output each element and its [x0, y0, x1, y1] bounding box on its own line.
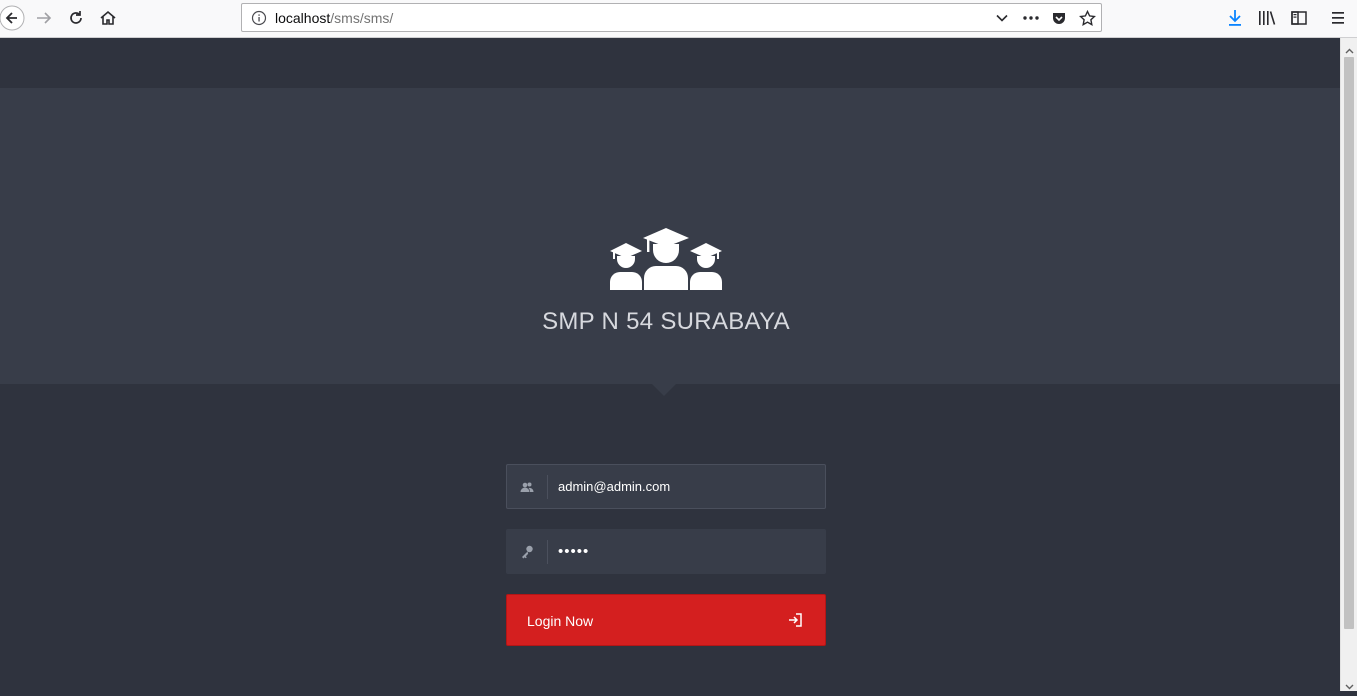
- login-button[interactable]: Login Now: [506, 594, 826, 646]
- back-icon: [0, 5, 26, 31]
- dropdown-icon[interactable]: [991, 7, 1013, 29]
- url-path: /sms/sms/: [330, 10, 394, 26]
- download-icon: [1227, 9, 1243, 27]
- users-icon: [519, 479, 535, 495]
- login-arrow-icon: [787, 612, 803, 628]
- forward-button[interactable]: [31, 5, 57, 31]
- bookmark-star-icon[interactable]: [1076, 7, 1098, 29]
- back-button[interactable]: [0, 5, 26, 31]
- library-button[interactable]: [1254, 5, 1280, 31]
- email-field[interactable]: [506, 464, 826, 509]
- home-icon: [99, 9, 117, 27]
- menu-button[interactable]: [1325, 5, 1351, 31]
- graduates-icon: [609, 228, 723, 290]
- url-text[interactable]: localhost/sms/sms/: [275, 10, 393, 26]
- reload-button[interactable]: [63, 5, 89, 31]
- hero-banner: SMP N 54 SURABAYA: [0, 88, 1340, 384]
- password-input[interactable]: [558, 530, 818, 573]
- hero-caret: [652, 384, 676, 396]
- scroll-up-icon[interactable]: [1345, 43, 1354, 54]
- login-button-label: Login Now: [527, 613, 594, 629]
- school-name: SMP N 54 SURABAYA: [542, 308, 790, 335]
- download-button[interactable]: [1222, 5, 1248, 31]
- more-icon[interactable]: [1020, 7, 1042, 29]
- pocket-icon[interactable]: [1048, 7, 1070, 29]
- field-divider: [547, 540, 548, 564]
- reload-icon: [67, 9, 85, 27]
- scroll-down-icon[interactable]: [1345, 678, 1354, 690]
- url-bar[interactable]: localhost/sms/sms/: [241, 3, 1102, 32]
- browser-toolbar: localhost/sms/sms/: [0, 0, 1357, 38]
- forward-icon: [35, 9, 53, 27]
- email-input[interactable]: [558, 465, 818, 508]
- login-page: SMP N 54 SURABAYA Login Now: [0, 38, 1340, 691]
- password-field[interactable]: [506, 529, 826, 574]
- sidebar-button[interactable]: [1286, 5, 1312, 31]
- sidebar-icon: [1291, 11, 1307, 25]
- key-icon: [519, 544, 535, 560]
- library-icon: [1258, 10, 1276, 26]
- info-icon[interactable]: [251, 10, 267, 26]
- field-divider: [547, 475, 548, 499]
- url-host: localhost: [275, 10, 331, 26]
- menu-icon: [1330, 11, 1346, 25]
- page-scrollbar[interactable]: [1340, 38, 1357, 691]
- home-button[interactable]: [95, 5, 121, 31]
- scrollbar-thumb[interactable]: [1344, 57, 1354, 629]
